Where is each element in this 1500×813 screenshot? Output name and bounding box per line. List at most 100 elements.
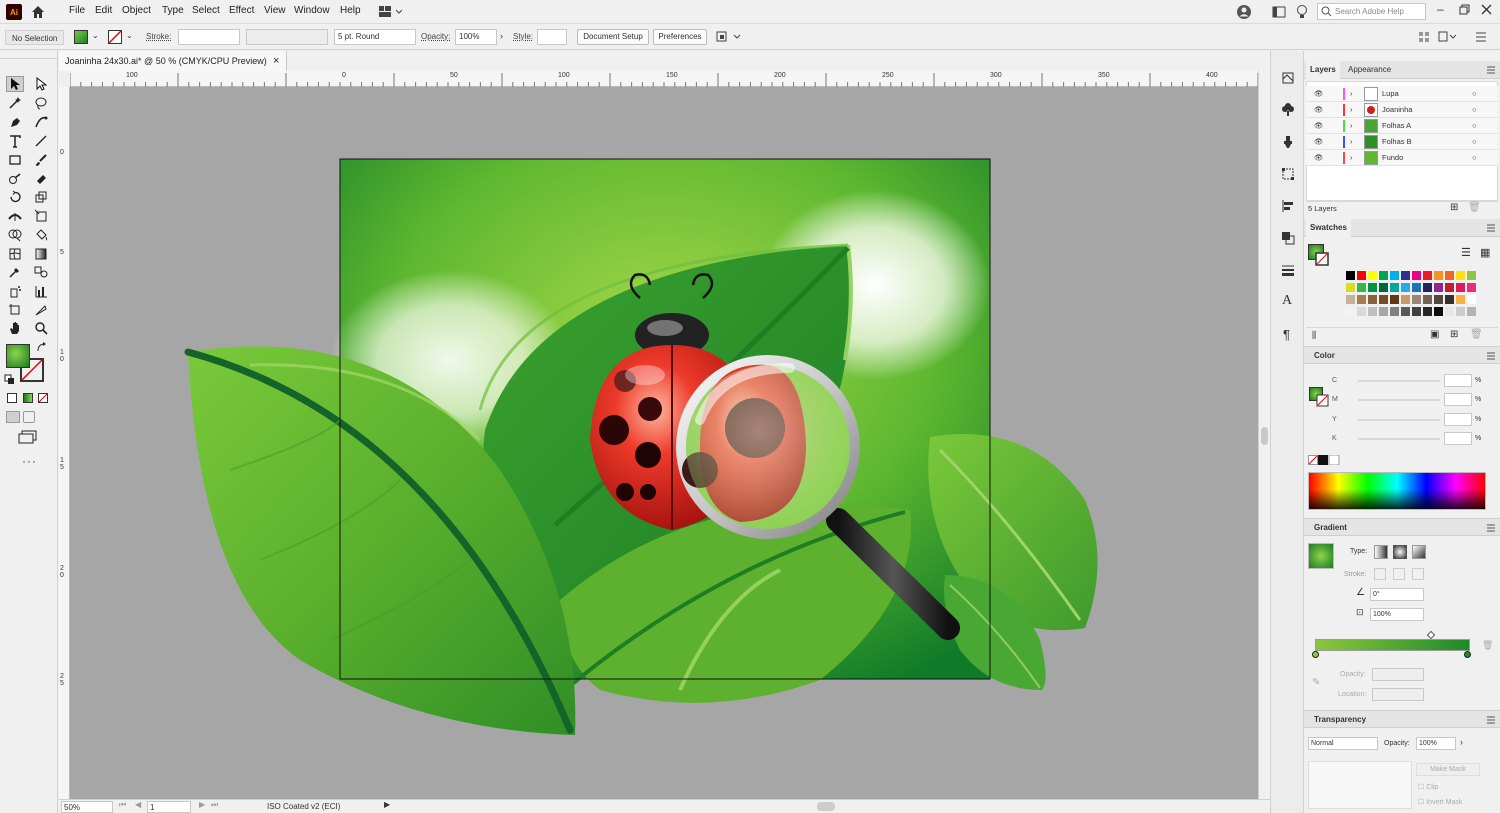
magenta-slider[interactable]: M bbox=[1332, 396, 1338, 403]
gradient-opacity-field[interactable] bbox=[1372, 668, 1424, 681]
layer-row[interactable]: 👁 › Folhas B ○ bbox=[1306, 134, 1498, 150]
tab-swatches[interactable]: Swatches bbox=[1306, 219, 1351, 237]
yellow-slider[interactable]: Y bbox=[1332, 416, 1337, 423]
fill-color-swatch[interactable] bbox=[6, 344, 30, 368]
color-swatch[interactable] bbox=[1434, 283, 1443, 292]
default-fill-stroke-icon[interactable] bbox=[4, 374, 16, 386]
stroke-along-button[interactable] bbox=[1393, 568, 1405, 580]
layer-name[interactable]: Lupa bbox=[1382, 86, 1399, 102]
brush-definition[interactable]: 5 pt. Round bbox=[334, 29, 416, 45]
layer-name[interactable]: Joaninha bbox=[1382, 102, 1412, 118]
color-swatch[interactable] bbox=[1467, 271, 1476, 280]
layers-panel-menu-icon[interactable] bbox=[1487, 66, 1495, 74]
transform-icon[interactable] bbox=[1437, 30, 1457, 44]
color-swatch[interactable] bbox=[1346, 271, 1355, 280]
menu-help[interactable]: Help bbox=[340, 5, 361, 16]
search-help-field[interactable]: Search Adobe Help bbox=[1317, 3, 1426, 20]
artboard-number-field[interactable]: 1 bbox=[147, 801, 191, 813]
gradient-panel-menu-icon[interactable] bbox=[1487, 524, 1495, 532]
delete-swatch-icon[interactable]: 🗑 bbox=[1470, 329, 1483, 340]
search-input[interactable]: Search Adobe Help bbox=[1335, 7, 1404, 16]
target-circle-icon[interactable]: ○ bbox=[1472, 134, 1477, 150]
none-white-black-swatches[interactable] bbox=[1308, 454, 1344, 466]
gradient-stop-end[interactable] bbox=[1464, 651, 1471, 658]
fill-swatch[interactable] bbox=[74, 30, 88, 44]
shaper-tool-icon[interactable] bbox=[6, 171, 24, 187]
color-swatch[interactable] bbox=[1390, 283, 1399, 292]
lightbulb-icon[interactable] bbox=[1296, 4, 1308, 20]
color-swatch[interactable] bbox=[1368, 271, 1377, 280]
layer-row[interactable]: 👁 › Fundo ○ bbox=[1306, 150, 1498, 166]
magic-wand-tool-icon[interactable] bbox=[6, 95, 24, 111]
last-artboard-icon[interactable]: ⏭ bbox=[211, 800, 218, 810]
color-swatch[interactable] bbox=[1423, 271, 1432, 280]
character-panel-icon[interactable]: A bbox=[1282, 293, 1292, 309]
paintbrush-tool-icon[interactable] bbox=[32, 152, 50, 168]
swatch-libraries-icon[interactable]: ⫼ bbox=[1312, 330, 1316, 341]
menu-effect[interactable]: Effect bbox=[229, 5, 254, 16]
tab-appearance[interactable]: Appearance bbox=[1344, 61, 1395, 79]
color-swatch[interactable] bbox=[1456, 295, 1465, 304]
stroke-panel-icon[interactable] bbox=[1281, 263, 1295, 277]
gradient-angle-field[interactable]: 0° bbox=[1370, 588, 1424, 601]
vertical-ruler[interactable]: 0 5 1 0 1 5 2 0 2 5 bbox=[59, 87, 70, 799]
color-swatch[interactable] bbox=[1445, 307, 1454, 316]
freeform-gradient-button[interactable] bbox=[1412, 545, 1426, 559]
live-paint-bucket-icon[interactable] bbox=[32, 227, 50, 243]
color-swatch[interactable] bbox=[1346, 307, 1355, 316]
eraser-tool-icon[interactable] bbox=[32, 171, 50, 187]
status-menu-arrow-icon[interactable]: ▶ bbox=[384, 800, 390, 809]
transparency-opacity-field[interactable]: 100% bbox=[1416, 737, 1456, 750]
artboard-canvas[interactable] bbox=[70, 87, 1258, 799]
gradient-mode-button[interactable] bbox=[23, 393, 33, 403]
tab-layers[interactable]: Layers bbox=[1306, 61, 1340, 79]
list-view-icon[interactable]: ☰ bbox=[1461, 246, 1471, 259]
stroke-weight-field[interactable] bbox=[178, 29, 240, 45]
vertical-scroll-thumb[interactable] bbox=[1261, 427, 1268, 445]
selection-tool-icon[interactable] bbox=[6, 76, 24, 92]
delete-stop-icon[interactable]: 🗑 bbox=[1482, 640, 1493, 651]
prev-artboard-icon[interactable]: ◀ bbox=[135, 800, 141, 809]
color-swatch[interactable] bbox=[1412, 307, 1421, 316]
color-swatch[interactable] bbox=[1390, 271, 1399, 280]
slider-track[interactable] bbox=[1358, 438, 1440, 440]
cyan-slider[interactable]: C bbox=[1332, 377, 1337, 384]
rotate-tool-icon[interactable] bbox=[6, 189, 24, 205]
column-graph-tool-icon[interactable] bbox=[32, 283, 50, 299]
target-circle-icon[interactable]: ○ bbox=[1472, 102, 1477, 118]
menu-object[interactable]: Object bbox=[122, 5, 151, 16]
color-swatch[interactable] bbox=[1467, 295, 1476, 304]
cyan-value[interactable] bbox=[1444, 374, 1472, 387]
blend-mode-select[interactable]: Normal bbox=[1308, 737, 1378, 750]
color-swatch[interactable] bbox=[1379, 295, 1388, 304]
swatches-panel-menu-icon[interactable] bbox=[1487, 224, 1495, 232]
color-swatch[interactable] bbox=[1467, 307, 1476, 316]
expand-arrow-icon[interactable]: › bbox=[1350, 134, 1353, 150]
ruler-origin[interactable] bbox=[59, 71, 70, 87]
transform-panel-icon[interactable] bbox=[1281, 167, 1295, 181]
rectangle-tool-icon[interactable] bbox=[6, 152, 24, 168]
home-icon[interactable] bbox=[30, 4, 46, 20]
hand-tool-icon[interactable] bbox=[6, 320, 24, 336]
horizontal-scroll-thumb[interactable] bbox=[817, 802, 835, 811]
artboard-tool-icon[interactable] bbox=[6, 302, 24, 318]
stroke-across-button[interactable] bbox=[1412, 568, 1424, 580]
toolbar-grip[interactable] bbox=[0, 51, 58, 59]
color-swatch[interactable] bbox=[1456, 283, 1465, 292]
layer-row[interactable]: 👁 › Lupa ○ bbox=[1306, 86, 1498, 102]
color-swatch[interactable] bbox=[1379, 271, 1388, 280]
color-swatch[interactable] bbox=[1456, 271, 1465, 280]
make-mask-button[interactable]: Make Mask bbox=[1416, 763, 1480, 776]
swatches-stroke-preview[interactable] bbox=[1315, 252, 1329, 266]
grid-view-icon[interactable]: ▦ bbox=[1480, 246, 1490, 259]
eyedropper-tool-icon[interactable] bbox=[6, 264, 24, 280]
preferences-button[interactable]: Preferences bbox=[653, 29, 707, 45]
color-panel-header[interactable]: Color bbox=[1304, 346, 1500, 364]
layer-row[interactable]: 👁 › Joaninha ○ bbox=[1306, 102, 1498, 118]
gradient-stop-start[interactable] bbox=[1312, 651, 1319, 658]
gradient-midpoint[interactable] bbox=[1426, 630, 1436, 640]
lasso-tool-icon[interactable] bbox=[32, 95, 50, 111]
user-account-icon[interactable] bbox=[1236, 4, 1252, 20]
transparency-panel-header[interactable]: Transparency bbox=[1304, 710, 1500, 728]
menu-select[interactable]: Select bbox=[192, 5, 220, 16]
